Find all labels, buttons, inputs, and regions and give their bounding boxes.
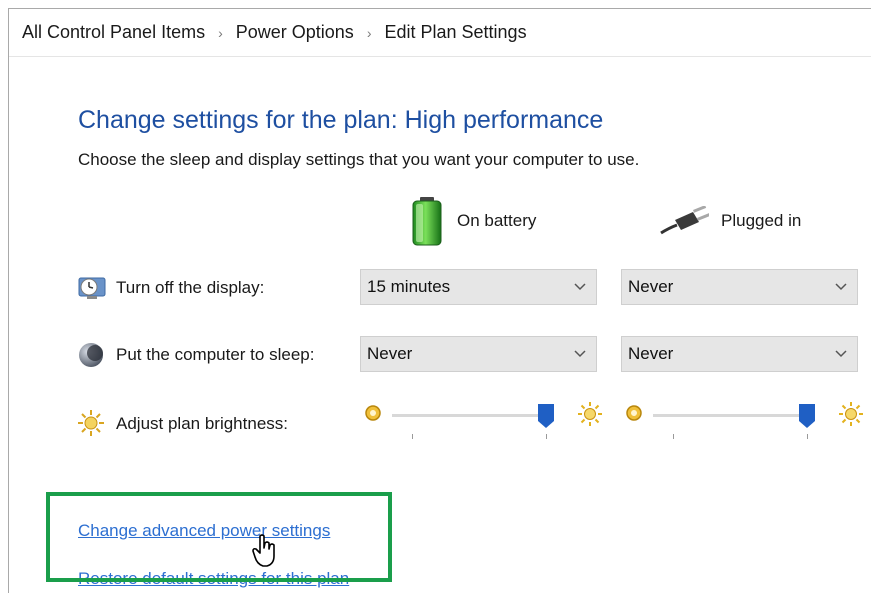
display-timeout-plugged-select[interactable]: Never xyxy=(621,269,858,305)
highlight-box xyxy=(46,492,392,582)
page-subtitle: Choose the sleep and display settings th… xyxy=(78,150,640,169)
slider-thumb[interactable] xyxy=(537,403,555,429)
column-label-on-battery: On battery xyxy=(457,211,537,230)
sleep-timeout-plugged-select[interactable]: Never xyxy=(621,336,858,372)
chevron-down-icon xyxy=(835,283,847,291)
breadcrumb-edit-plan-settings[interactable]: Edit Plan Settings xyxy=(384,22,526,43)
slider-tick xyxy=(412,434,413,439)
breadcrumb-separator: › xyxy=(366,24,372,41)
breadcrumb-separator: › xyxy=(218,24,223,41)
display-timeout-label: Turn off the display: xyxy=(116,278,265,297)
display-timeout-battery-select[interactable]: 15 minutes xyxy=(360,269,597,305)
sleep-timeout-battery-value: Never xyxy=(367,344,413,363)
breadcrumb: All Control Panel Items › Power Options … xyxy=(9,9,871,57)
column-label-plugged-in: Plugged in xyxy=(721,211,802,230)
column-header-on-battery: On battery xyxy=(409,195,536,247)
display-clock-icon xyxy=(78,277,106,299)
sun-bright-icon xyxy=(578,402,602,426)
moon-icon xyxy=(79,343,103,367)
battery-full-icon xyxy=(412,197,442,246)
chevron-down-icon xyxy=(574,350,586,358)
slider-thumb[interactable] xyxy=(798,403,816,429)
slider-tick xyxy=(546,434,547,439)
sun-bright-icon xyxy=(839,402,863,426)
sleep-timeout-label: Put the computer to sleep: xyxy=(116,345,315,364)
slider-track xyxy=(392,414,546,417)
chevron-down-icon xyxy=(835,350,847,358)
sleep-timeout-plugged-value: Never xyxy=(628,344,674,363)
slider-tick xyxy=(673,434,674,439)
chevron-down-icon xyxy=(574,283,586,291)
sun-dim-icon xyxy=(365,405,381,421)
sun-icon xyxy=(78,410,104,436)
breadcrumb-all-control-panel-items[interactable]: All Control Panel Items xyxy=(22,22,205,43)
display-timeout-battery-value: 15 minutes xyxy=(367,277,451,296)
brightness-label: Adjust plan brightness: xyxy=(116,414,288,433)
breadcrumb-power-options[interactable]: Power Options xyxy=(236,22,354,43)
power-plug-icon xyxy=(660,206,709,235)
display-timeout-plugged-value: Never xyxy=(628,277,674,296)
brightness-plugged-slider[interactable] xyxy=(624,401,864,441)
slider-track xyxy=(653,414,807,417)
page-title: Change settings for the plan: High perfo… xyxy=(78,106,604,134)
sun-dim-icon xyxy=(626,405,642,421)
column-header-plugged-in: Plugged in xyxy=(659,195,801,247)
sleep-timeout-battery-select[interactable]: Never xyxy=(360,336,597,372)
brightness-battery-slider[interactable] xyxy=(363,401,603,441)
hand-pointer-icon xyxy=(252,534,275,567)
slider-tick xyxy=(807,434,808,439)
